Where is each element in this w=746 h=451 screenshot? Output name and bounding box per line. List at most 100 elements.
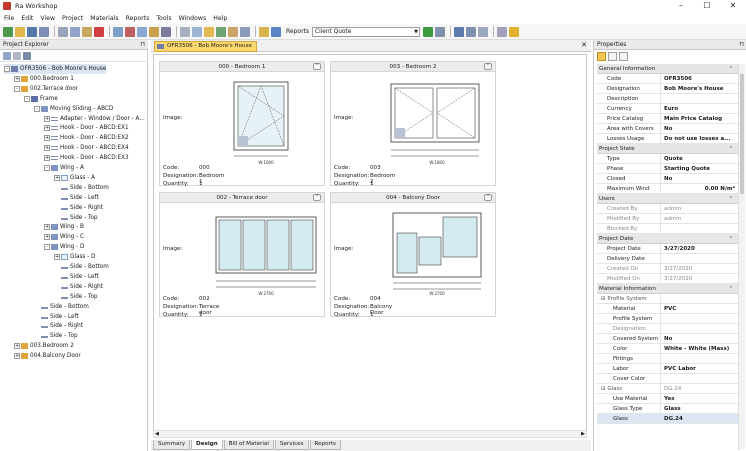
- tree-item[interactable]: Side - Bottom: [54, 183, 109, 193]
- property-value[interactable]: White - White (Mass): [664, 344, 729, 354]
- property-row[interactable]: Use Material Yes: [597, 394, 739, 404]
- property-row[interactable]: Phase Starting Quote: [597, 164, 739, 174]
- property-row[interactable]: Glass DG.24: [597, 414, 739, 424]
- tree-item[interactable]: - Wing - A: [44, 163, 84, 173]
- property-row[interactable]: Modified On 3/27/2020: [597, 274, 739, 284]
- expand-icon[interactable]: +: [14, 353, 20, 360]
- property-value[interactable]: No: [664, 334, 672, 344]
- property-row[interactable]: Area with Covers No: [597, 124, 739, 134]
- property-row[interactable]: Maximum Wind Press 0.00 N/m²: [597, 184, 739, 202]
- expand-icon[interactable]: +: [44, 135, 50, 142]
- property-value[interactable]: Glass: [664, 404, 681, 414]
- property-row[interactable]: Price Catalog Main Price Catalog: [597, 114, 739, 124]
- window-card[interactable]: 000 - Bedroom 1 ⌃ Image: W:1000 Code: 000 Desi…: [159, 61, 325, 187]
- property-value[interactable]: 3/27/2020: [664, 274, 692, 284]
- list-view-icon[interactable]: [466, 26, 477, 37]
- collapse-section-icon[interactable]: ⌃: [729, 194, 733, 204]
- menu-tools[interactable]: Tools: [156, 15, 171, 22]
- property-row[interactable]: Created By admin: [597, 204, 739, 214]
- alphabetical-view-icon[interactable]: [608, 52, 617, 61]
- expand-icon[interactable]: +: [44, 145, 50, 152]
- property-row[interactable]: Color White - White (Mass): [597, 344, 739, 354]
- edit-tool-icon[interactable]: [259, 26, 269, 37]
- tree-item[interactable]: + Wing - B: [44, 222, 84, 232]
- maximize-button[interactable]: ☐: [694, 0, 720, 12]
- expand-icon[interactable]: +: [44, 234, 50, 241]
- property-row[interactable]: Covered System No: [597, 334, 739, 344]
- collapse-card-icon[interactable]: ⌃: [313, 194, 321, 201]
- tree-item[interactable]: Side - Right: [34, 321, 83, 331]
- collapse-section-icon[interactable]: ⌃: [729, 234, 733, 244]
- property-value[interactable]: Yes: [664, 394, 674, 404]
- tree-item[interactable]: Side - Left: [34, 312, 79, 322]
- document-tab[interactable]: OFR3506 - Bob Moore's House: [154, 41, 257, 52]
- tree-item[interactable]: - Frame: [24, 94, 58, 104]
- property-row[interactable]: ⊟ Glass DG.24: [597, 384, 739, 394]
- collapse-icon[interactable]: -: [4, 66, 10, 72]
- tree-item[interactable]: Side - Top: [34, 331, 78, 341]
- collapse-card-icon[interactable]: ⌃: [484, 63, 492, 70]
- property-value[interactable]: Do not use losses a...: [664, 134, 730, 144]
- sash-tool-icon[interactable]: [192, 26, 202, 37]
- collapse-icon[interactable]: -: [34, 105, 40, 112]
- tree-item[interactable]: Side - Left: [54, 193, 99, 203]
- property-section[interactable]: Project State ⌃: [597, 144, 739, 154]
- scroll-left-icon[interactable]: ◀: [155, 431, 159, 437]
- expand-icon[interactable]: +: [44, 155, 50, 162]
- property-row[interactable]: Labor PVC Labor: [597, 364, 739, 374]
- fittings-tool-icon[interactable]: [228, 26, 238, 37]
- property-value[interactable]: Bob Moore's House: [664, 84, 723, 94]
- property-value[interactable]: DG.24: [664, 384, 681, 394]
- property-row[interactable]: Project Date 3/27/2020: [597, 244, 739, 254]
- property-row[interactable]: Designation: [597, 324, 739, 334]
- collapse-card-icon[interactable]: ⌃: [484, 194, 492, 201]
- property-row[interactable]: Losses Usage ModeDo not use losses a...: [597, 134, 739, 152]
- property-value[interactable]: Quote: [664, 154, 683, 164]
- profile-tool-icon[interactable]: [204, 26, 214, 37]
- tab-summary[interactable]: Summary: [153, 440, 191, 450]
- copy-icon[interactable]: [70, 26, 80, 37]
- minimize-button[interactable]: –: [668, 0, 694, 12]
- property-value[interactable]: No: [664, 174, 672, 184]
- door-design-icon[interactable]: [125, 26, 135, 37]
- tree-item[interactable]: + Glass - D: [54, 252, 95, 262]
- horizontal-scrollbar[interactable]: ◀ ▶: [153, 430, 587, 438]
- details-view-icon[interactable]: [478, 26, 489, 37]
- property-row[interactable]: Material PVC: [597, 304, 739, 314]
- tree-item[interactable]: + Glass - A: [54, 173, 95, 183]
- property-value[interactable]: 3/27/2020: [664, 264, 692, 274]
- frame-tool-icon[interactable]: [180, 26, 190, 37]
- tree-item[interactable]: - 002.Terrace door: [14, 84, 78, 94]
- paste-icon[interactable]: [82, 26, 92, 37]
- mullion-tool-icon[interactable]: [240, 26, 250, 37]
- run-report-icon[interactable]: [423, 26, 434, 37]
- property-value[interactable]: PVC Labor: [664, 364, 696, 374]
- tree-item[interactable]: Side - Bottom: [54, 262, 109, 272]
- property-section[interactable]: Project Date ⌃: [597, 234, 739, 244]
- property-value[interactable]: 0.00 N/m²: [705, 184, 735, 194]
- report-options-icon[interactable]: [435, 26, 446, 37]
- property-row[interactable]: Closed No: [597, 174, 739, 184]
- tree-item[interactable]: Side - Right: [54, 282, 103, 292]
- grid-view-icon[interactable]: [454, 26, 465, 37]
- export-tool-icon[interactable]: [271, 26, 281, 37]
- print-icon[interactable]: [497, 26, 508, 37]
- menu-edit[interactable]: Edit: [21, 15, 33, 22]
- menu-file[interactable]: File: [4, 15, 14, 22]
- tree-item[interactable]: - Wing - D: [44, 242, 84, 252]
- tree-item[interactable]: + Adapter - Window / Door - A...: [44, 114, 145, 124]
- expand-icon[interactable]: +: [54, 174, 60, 181]
- scroll-right-icon[interactable]: ▶: [581, 431, 585, 437]
- window-card[interactable]: 002 - Terrace door ⌃ Image: W:2700 Code: 002 D…: [159, 192, 325, 318]
- tree-item[interactable]: +000.Bedroom 1: [14, 74, 74, 84]
- menu-materials[interactable]: Materials: [90, 15, 118, 22]
- property-row[interactable]: Fittings: [597, 354, 739, 364]
- help-icon[interactable]: [509, 26, 520, 37]
- property-row[interactable]: ⊟ Profile System: [597, 294, 739, 304]
- property-value[interactable]: No: [664, 124, 672, 134]
- tree-item[interactable]: +004.Balcony Door: [14, 351, 81, 361]
- property-value[interactable]: Euro: [664, 104, 678, 114]
- sliding-design-icon[interactable]: [137, 26, 147, 37]
- report-select[interactable]: Client Quote ▼: [312, 26, 421, 37]
- property-row[interactable]: Modified By admin: [597, 214, 739, 224]
